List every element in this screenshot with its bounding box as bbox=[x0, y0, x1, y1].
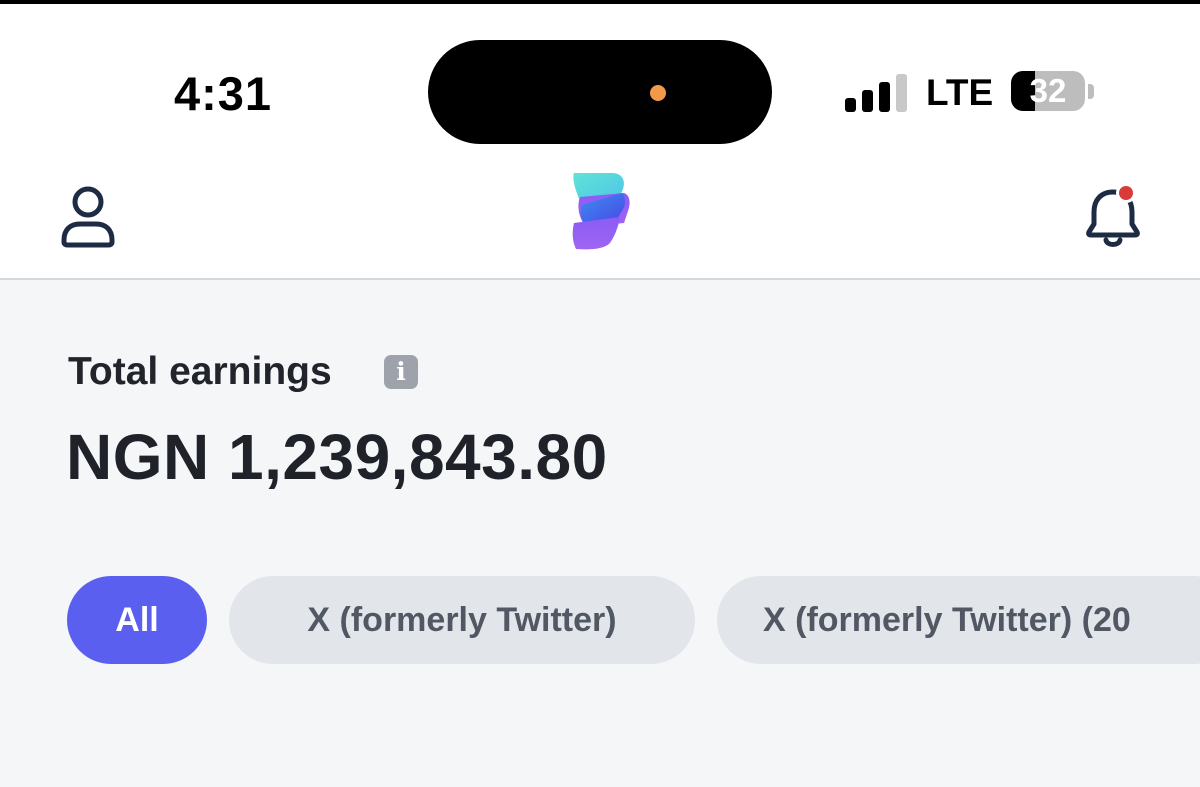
user-icon bbox=[61, 186, 115, 248]
signal-bar bbox=[862, 90, 873, 112]
filter-chip-x-dated[interactable]: X (formerly Twitter) (20 bbox=[717, 576, 1200, 664]
filter-chip-x[interactable]: X (formerly Twitter) bbox=[229, 576, 695, 664]
notification-dot bbox=[1119, 186, 1133, 200]
app-screen: 4:31 LTE 32 Total earnings i NGN 1,239,8… bbox=[0, 0, 1200, 787]
total-earnings-amount: NGN 1,239,843.80 bbox=[66, 421, 608, 493]
signal-bar bbox=[896, 74, 907, 112]
battery-icon: 32 bbox=[1011, 71, 1085, 111]
filter-chip-all[interactable]: All bbox=[67, 576, 207, 664]
notifications-button[interactable] bbox=[1082, 182, 1148, 252]
dynamic-island bbox=[428, 40, 772, 144]
bell-icon bbox=[1086, 183, 1140, 247]
signal-bar bbox=[845, 98, 856, 112]
battery-level: 32 bbox=[1029, 72, 1067, 109]
recording-indicator-dot bbox=[650, 85, 666, 101]
status-time: 4:31 bbox=[174, 67, 273, 120]
battery-terminal bbox=[1088, 84, 1094, 99]
signal-bar bbox=[879, 82, 890, 112]
app-logo bbox=[568, 171, 634, 253]
total-earnings-label: Total earnings bbox=[68, 350, 332, 393]
app-header bbox=[0, 156, 1200, 280]
network-type: LTE bbox=[926, 72, 994, 113]
signal-strength-icon bbox=[845, 72, 909, 112]
logo-mark bbox=[572, 173, 630, 250]
info-icon[interactable]: i bbox=[384, 355, 418, 389]
earnings-panel: Total earnings i NGN 1,239,843.80 All X … bbox=[0, 280, 1200, 787]
status-bar: 4:31 LTE 32 bbox=[0, 4, 1200, 156]
profile-button[interactable] bbox=[56, 184, 120, 250]
